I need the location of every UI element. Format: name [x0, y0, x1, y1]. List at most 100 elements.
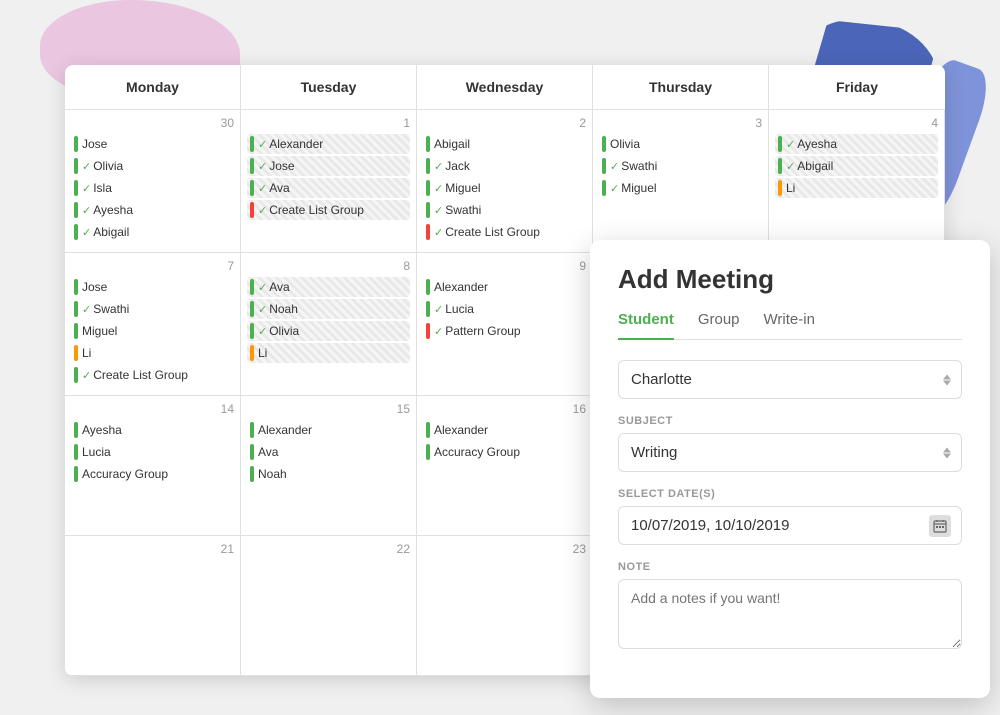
meeting-indicator — [426, 180, 430, 196]
meeting-item[interactable]: ✓ Olivia — [71, 156, 234, 176]
meeting-indicator — [74, 323, 78, 339]
meeting-item[interactable]: ✓ Jose — [247, 156, 410, 176]
meeting-item[interactable]: ✓ Ayesha — [775, 134, 938, 154]
meeting-indicator — [250, 180, 254, 196]
meeting-item[interactable]: ✓ Create List Group — [247, 200, 410, 220]
subject-select-wrapper[interactable]: Writing — [618, 433, 962, 472]
checkmark-icon: ✓ — [434, 182, 443, 195]
meeting-text: Swathi — [621, 159, 657, 173]
meeting-item[interactable]: ✓ Alexander — [247, 134, 410, 154]
checkmark-icon: ✓ — [258, 281, 267, 294]
meeting-item[interactable]: ✓ Olivia — [247, 321, 410, 341]
meeting-item[interactable]: ✓ Swathi — [423, 200, 586, 220]
cal-day-w1-d2[interactable]: 9Alexander✓ Lucia✓ Pattern Group — [417, 253, 593, 396]
student-select-arrow — [943, 374, 951, 385]
meeting-item[interactable]: Miguel — [71, 321, 234, 341]
meeting-item[interactable]: ✓ Noah — [247, 299, 410, 319]
meeting-item[interactable]: Alexander — [423, 420, 586, 440]
subject-select-display[interactable]: Writing — [619, 434, 961, 471]
meeting-item[interactable]: Alexander — [423, 277, 586, 297]
meeting-item[interactable]: ✓ Ava — [247, 277, 410, 297]
cal-day-w1-d1[interactable]: 8✓ Ava✓ Noah✓ OliviaLi — [241, 253, 417, 396]
meeting-item[interactable]: Jose — [71, 134, 234, 154]
meeting-indicator — [74, 422, 78, 438]
meeting-item[interactable]: Li — [247, 343, 410, 363]
meeting-item[interactable]: ✓ Ava — [247, 178, 410, 198]
meeting-item[interactable]: ✓ Isla — [71, 178, 234, 198]
meeting-item[interactable]: ✓ Abigail — [775, 156, 938, 176]
meeting-item[interactable]: Li — [775, 178, 938, 198]
checkmark-icon: ✓ — [610, 160, 619, 173]
calendar-icon[interactable] — [929, 515, 951, 537]
add-meeting-modal: Add Meeting Student Group Write-in Charl… — [590, 240, 990, 698]
meeting-item[interactable]: Accuracy Group — [423, 442, 586, 462]
meeting-text: Jose — [269, 159, 294, 173]
meeting-item[interactable]: Abigail — [423, 134, 586, 154]
meeting-item[interactable]: ✓ Swathi — [599, 156, 762, 176]
student-select-wrapper[interactable]: Charlotte — [618, 360, 962, 399]
meeting-text: Li — [786, 181, 795, 195]
checkmark-icon: ✓ — [434, 303, 443, 316]
meeting-item[interactable]: ✓ Pattern Group — [423, 321, 586, 341]
meeting-item[interactable]: Ava — [247, 442, 410, 462]
checkmark-icon: ✓ — [82, 303, 91, 316]
meeting-item[interactable]: Accuracy Group — [71, 464, 234, 484]
meeting-item[interactable]: ✓ Create List Group — [423, 222, 586, 242]
meeting-item[interactable]: ✓ Miguel — [599, 178, 762, 198]
note-field: NOTE — [618, 561, 962, 654]
tab-writein[interactable]: Write-in — [764, 311, 815, 340]
arrow-up-icon — [943, 374, 951, 379]
cal-day-w3-d0[interactable]: 21 — [65, 536, 241, 676]
cal-day-w2-d0[interactable]: 14 AyeshaLuciaAccuracy Group — [65, 396, 241, 536]
day-number: 14 — [71, 402, 234, 416]
cal-day-w0-d0[interactable]: 30Jose✓ Olivia✓ Isla✓ Ayesha✓ Abigail — [65, 110, 241, 253]
day-number: 16 — [423, 402, 586, 416]
checkmark-icon: ✓ — [258, 325, 267, 338]
meeting-item[interactable]: ✓ Miguel — [423, 178, 586, 198]
checkmark-icon: ✓ — [434, 325, 443, 338]
meeting-item[interactable]: ✓ Ayesha — [71, 200, 234, 220]
meeting-indicator — [250, 466, 254, 482]
meeting-item[interactable]: Noah — [247, 464, 410, 484]
meeting-indicator — [74, 202, 78, 218]
student-select-display[interactable]: Charlotte — [619, 361, 961, 398]
header-monday: Monday — [65, 65, 241, 109]
meeting-item[interactable]: Alexander — [247, 420, 410, 440]
meeting-item[interactable]: Ayesha — [71, 420, 234, 440]
cal-day-w3-d2[interactable]: 23 — [417, 536, 593, 676]
meeting-item[interactable]: ✓ Jack — [423, 156, 586, 176]
meeting-item[interactable]: ✓ Create List Group — [71, 365, 234, 385]
checkmark-icon: ✓ — [258, 160, 267, 173]
cal-day-w3-d1[interactable]: 22 — [241, 536, 417, 676]
meeting-text: Ayesha — [93, 203, 133, 217]
dates-display[interactable]: 10/07/2019, 10/10/2019 — [619, 507, 961, 544]
cal-day-w0-d1[interactable]: 1✓ Alexander✓ Jose✓ Ava✓ Create List Gro… — [241, 110, 417, 253]
cal-day-w2-d1[interactable]: 15AlexanderAvaNoah — [241, 396, 417, 536]
cal-day-w0-d4[interactable]: 4✓ Ayesha✓ AbigailLi — [769, 110, 945, 253]
dates-wrapper[interactable]: 10/07/2019, 10/10/2019 — [618, 506, 962, 545]
meeting-item[interactable]: ✓ Abigail — [71, 222, 234, 242]
meeting-indicator — [250, 301, 254, 317]
cal-day-w0-d2[interactable]: 2Abigail✓ Jack✓ Miguel✓ Swathi✓ Create L… — [417, 110, 593, 253]
meeting-text: Ava — [269, 181, 289, 195]
meeting-indicator — [250, 136, 254, 152]
meeting-item[interactable]: Jose — [71, 277, 234, 297]
cal-day-w0-d3[interactable]: 3Olivia✓ Swathi✓ Miguel — [593, 110, 769, 253]
note-label: NOTE — [618, 561, 962, 573]
checkmark-icon: ✓ — [434, 160, 443, 173]
meeting-item[interactable]: Olivia — [599, 134, 762, 154]
meeting-item[interactable]: ✓ Lucia — [423, 299, 586, 319]
cal-day-w2-d2[interactable]: 16 AlexanderAccuracy Group — [417, 396, 593, 536]
note-textarea[interactable] — [618, 579, 962, 649]
meeting-item[interactable]: ✓ Swathi — [71, 299, 234, 319]
meeting-indicator — [426, 323, 430, 339]
meeting-item[interactable]: Li — [71, 343, 234, 363]
cal-day-w1-d0[interactable]: 7Jose✓ SwathiMiguelLi✓ Create List Group — [65, 253, 241, 396]
tab-student[interactable]: Student — [618, 311, 674, 340]
day-number: 21 — [71, 542, 234, 556]
dates-field: SELECT DATE(S) 10/07/2019, 10/10/2019 — [618, 488, 962, 545]
meeting-item[interactable]: Lucia — [71, 442, 234, 462]
meeting-indicator — [426, 444, 430, 460]
meeting-text: Abigail — [797, 159, 833, 173]
tab-group[interactable]: Group — [698, 311, 740, 340]
